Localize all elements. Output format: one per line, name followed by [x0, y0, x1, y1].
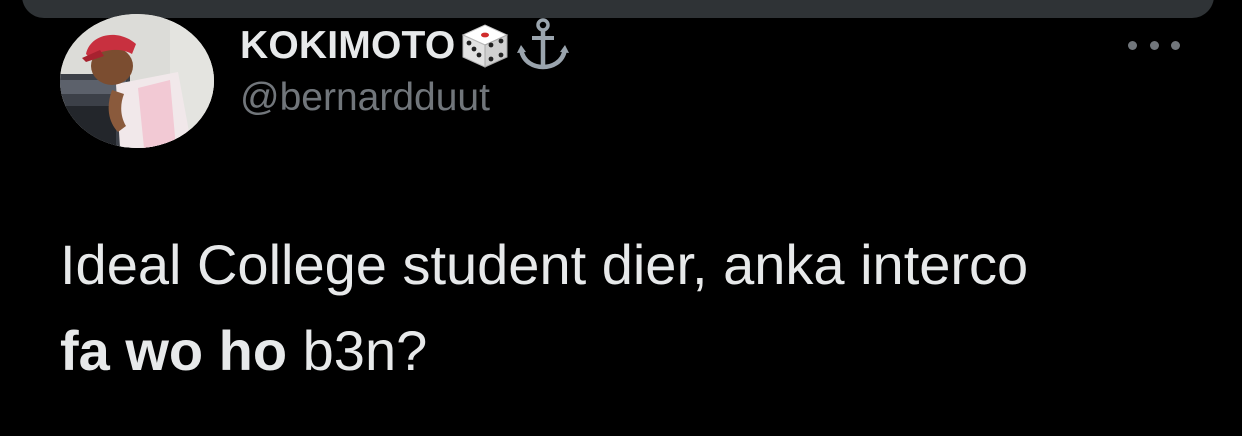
avatar[interactable]	[60, 14, 214, 148]
tweet-line-1: Ideal College student dier, anka interco	[60, 233, 1029, 296]
tweet-bold-text: fa wo ho	[60, 319, 288, 382]
more-options-button[interactable]	[1128, 30, 1180, 60]
tweet-line-2: fa wo ho b3n?	[60, 308, 1200, 394]
more-horizontal-icon	[1128, 40, 1137, 50]
more-horizontal-icon	[1149, 40, 1159, 50]
tweet-tail-text: b3n?	[287, 319, 428, 382]
anchor-emoji	[515, 17, 571, 76]
game-die-emoji	[457, 19, 513, 74]
display-name[interactable]: KOKIMOTO	[240, 24, 455, 68]
name-row[interactable]: KOKIMOTO	[240, 17, 571, 74]
avatar-photo	[60, 14, 214, 148]
top-search-bar	[22, 0, 1214, 18]
tweet-text: Ideal College student dier, anka interco…	[60, 222, 1200, 394]
username-handle[interactable]: @bernardduut	[240, 76, 490, 120]
more-horizontal-icon	[1171, 40, 1180, 50]
